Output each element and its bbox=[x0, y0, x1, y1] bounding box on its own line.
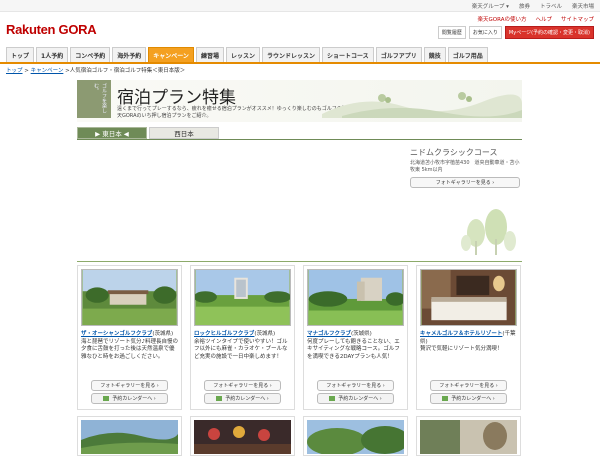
course-card: ロックヒルゴルフクラブ(茨城県) 余裕ツインタイプで使いやすい！ゴルフ以外にも麻… bbox=[190, 265, 295, 410]
nav-divider bbox=[0, 62, 600, 64]
featured-course-address: 北海道苫小牧市字植苗430 道央自動車道・苫小牧東 5km以内 bbox=[410, 160, 520, 173]
utility-bar: 楽天グループ ▾ 旅券 トラベル 楽天市場 bbox=[0, 0, 600, 12]
my-page-button[interactable]: Myページ(予約の確認・変更・取消) bbox=[504, 26, 594, 39]
nav-golf-app[interactable]: ゴルフアプリ bbox=[375, 47, 422, 62]
nav-golf-goods[interactable]: ゴルフ用品 bbox=[447, 47, 488, 62]
course-card bbox=[303, 416, 409, 456]
nav-lesson[interactable]: レッスン bbox=[225, 47, 260, 62]
nav-competition[interactable]: 競技 bbox=[423, 47, 446, 62]
breadcrumb-campaign[interactable]: キャンペーン bbox=[31, 68, 64, 74]
nav-campaign[interactable]: キャンペーン bbox=[148, 47, 194, 62]
tab-divider bbox=[77, 139, 522, 140]
course-title: キャメルゴルフ＆ホテルリゾート(千葉県) bbox=[420, 331, 516, 345]
help-link[interactable]: ヘルプ bbox=[535, 15, 552, 23]
course-link[interactable]: ザ・オーシャンゴルフクラブ bbox=[81, 331, 152, 337]
course-card bbox=[416, 416, 521, 456]
calendar-icon bbox=[216, 396, 223, 401]
course-photo[interactable] bbox=[81, 269, 178, 326]
cards-divider bbox=[77, 261, 522, 262]
hills-illustration bbox=[322, 92, 522, 118]
header-buttons: 閲覧履歴 お気に入り Myページ(予約の確認・変更・取消) bbox=[437, 26, 594, 39]
course-photo[interactable] bbox=[81, 420, 178, 454]
site-header: Rakuten GORA 楽天GORAの使い方 ヘルプ サイトマップ 閲覧履歴 … bbox=[0, 12, 600, 44]
course-photo[interactable] bbox=[307, 420, 409, 456]
history-button[interactable]: 閲覧履歴 bbox=[437, 26, 466, 39]
featured-course-name: ニドムクラシックコース bbox=[410, 148, 498, 157]
course-photo[interactable] bbox=[420, 420, 517, 454]
course-description: 海と琵琶でリゾート気分♪料理長自慢の夕食に舌鼓を打った後は天然温泉で優雅なひと時… bbox=[81, 338, 179, 360]
trees-illustration bbox=[461, 209, 516, 255]
nav-range[interactable]: 練習場 bbox=[195, 47, 224, 62]
reservation-calendar-button[interactable]: 予約カレンダーへ › bbox=[430, 393, 507, 404]
nav-overseas[interactable]: 海外予約 bbox=[112, 47, 147, 62]
hero-banner: ゴルフを楽しむ。 宿泊プラン特集 遠くまで行ってプレーするなら、疲れを癒せる宿泊… bbox=[77, 80, 522, 122]
course-title: マナゴルフクラブ(茨城県) bbox=[307, 331, 372, 337]
reservation-calendar-button[interactable]: 予約カレンダーへ › bbox=[91, 393, 168, 404]
nav-round-lesson[interactable]: ラウンドレッスン bbox=[261, 47, 320, 62]
nav-compe[interactable]: コンペ予約 bbox=[70, 47, 111, 62]
favorites-button[interactable]: お気に入り bbox=[468, 26, 502, 39]
rakuten-group-link[interactable]: 楽天グループ ▾ bbox=[472, 2, 509, 10]
ichiba-link[interactable]: 楽天市場 bbox=[572, 2, 594, 10]
utility-links: 楽天グループ ▾ 旅券 トラベル 楽天市場 bbox=[472, 2, 594, 10]
course-link[interactable]: ロックヒルゴルフクラブ bbox=[194, 331, 254, 337]
course-cards: ザ・オーシャンゴルフクラブ(茨城県) 海と琵琶でリゾート気分♪料理長自慢の夕食に… bbox=[77, 265, 522, 410]
course-card: ザ・オーシャンゴルフクラブ(茨城県) 海と琵琶でリゾート気分♪料理長自慢の夕食に… bbox=[77, 265, 182, 410]
course-card: キャメルゴルフ＆ホテルリゾート(千葉県) 贅沢で気軽にリゾート気分満喫！ フォト… bbox=[416, 265, 521, 410]
photo-gallery-button[interactable]: フォトギャラリーを見る › bbox=[204, 380, 281, 391]
breadcrumb-current: >人気宿泊ゴルフ・宿泊ゴルフ特集＜東日本版＞ bbox=[65, 68, 186, 74]
course-photo[interactable] bbox=[307, 269, 406, 326]
photo-gallery-button[interactable]: フォトギャラリーを見る › bbox=[91, 380, 168, 391]
course-description: 余裕ツインタイプで使いやすい！ゴルフ以外にも麻雀・カラオケ・プールなど充実の施設… bbox=[194, 338, 288, 360]
calendar-icon bbox=[442, 396, 449, 401]
course-card bbox=[77, 416, 182, 456]
photo-gallery-button[interactable]: フォトギャラリーを見る › bbox=[317, 380, 394, 391]
photo-gallery-button[interactable]: フォトギャラリーを見る › bbox=[430, 380, 507, 391]
nav-short-course[interactable]: ショートコース bbox=[321, 47, 374, 62]
course-link[interactable]: マナゴルフクラブ bbox=[307, 331, 351, 337]
region-tabs: ▶ 東日本 ◀ 西日本 bbox=[77, 127, 219, 139]
tab-east-japan[interactable]: ▶ 東日本 ◀ bbox=[77, 127, 147, 139]
breadcrumb-top[interactable]: トップ bbox=[6, 68, 23, 74]
travel-link[interactable]: トラベル bbox=[540, 2, 562, 10]
calendar-icon bbox=[329, 396, 336, 401]
hero-seal: ゴルフを楽しむ。 bbox=[77, 80, 111, 118]
breadcrumb: トップ > キャンペーン >人気宿泊ゴルフ・宿泊ゴルフ特集＜東日本版＞ bbox=[6, 68, 186, 74]
course-photo[interactable] bbox=[420, 269, 517, 326]
header-links: 楽天GORAの使い方 ヘルプ サイトマップ bbox=[478, 15, 594, 23]
course-card bbox=[190, 416, 295, 456]
sitemap-link[interactable]: サイトマップ bbox=[561, 15, 594, 23]
tab-west-japan[interactable]: 西日本 bbox=[149, 127, 219, 139]
course-title: ロックヒルゴルフクラブ(茨城県) bbox=[194, 331, 276, 337]
passport-link[interactable]: 旅券 bbox=[519, 2, 530, 10]
nav-top[interactable]: トップ bbox=[6, 47, 35, 62]
course-card: マナゴルフクラブ(茨城県) 何度プレーしても飽きることない、エキサイティングな戦… bbox=[303, 265, 408, 410]
reservation-calendar-button[interactable]: 予約カレンダーへ › bbox=[317, 393, 394, 404]
reservation-calendar-button[interactable]: 予約カレンダーへ › bbox=[204, 393, 281, 404]
featured-course: ニドムクラシックコース 北海道苫小牧市字植苗430 道央自動車道・苫小牧東 5k… bbox=[410, 147, 520, 188]
course-photo[interactable] bbox=[193, 269, 292, 326]
course-description: 何度プレーしても飽きることない、エキサイティングな戦略コース。ゴルフを満喫できる… bbox=[307, 338, 400, 360]
course-cards-row-2 bbox=[77, 416, 522, 456]
nav-solo[interactable]: 1人予約 bbox=[36, 47, 69, 62]
course-title: ザ・オーシャンゴルフクラブ(茨城県) bbox=[81, 331, 174, 337]
page-title: 宿泊プラン特集 bbox=[117, 88, 236, 108]
main-nav: トップ 1人予約 コンペ予約 海外予約 キャンペーン 練習場 レッスン ラウンド… bbox=[6, 47, 594, 62]
course-description: 贅沢で気軽にリゾート気分満喫！ bbox=[420, 346, 503, 352]
howto-link[interactable]: 楽天GORAの使い方 bbox=[478, 15, 527, 23]
course-photo[interactable] bbox=[194, 420, 291, 454]
featured-photo-gallery-button[interactable]: フォトギャラリーを見る › bbox=[410, 177, 520, 188]
course-link[interactable]: キャメルゴルフ＆ホテルリゾート bbox=[420, 331, 502, 337]
rakuten-gora-logo[interactable]: Rakuten GORA bbox=[6, 22, 97, 37]
calendar-icon bbox=[103, 396, 110, 401]
